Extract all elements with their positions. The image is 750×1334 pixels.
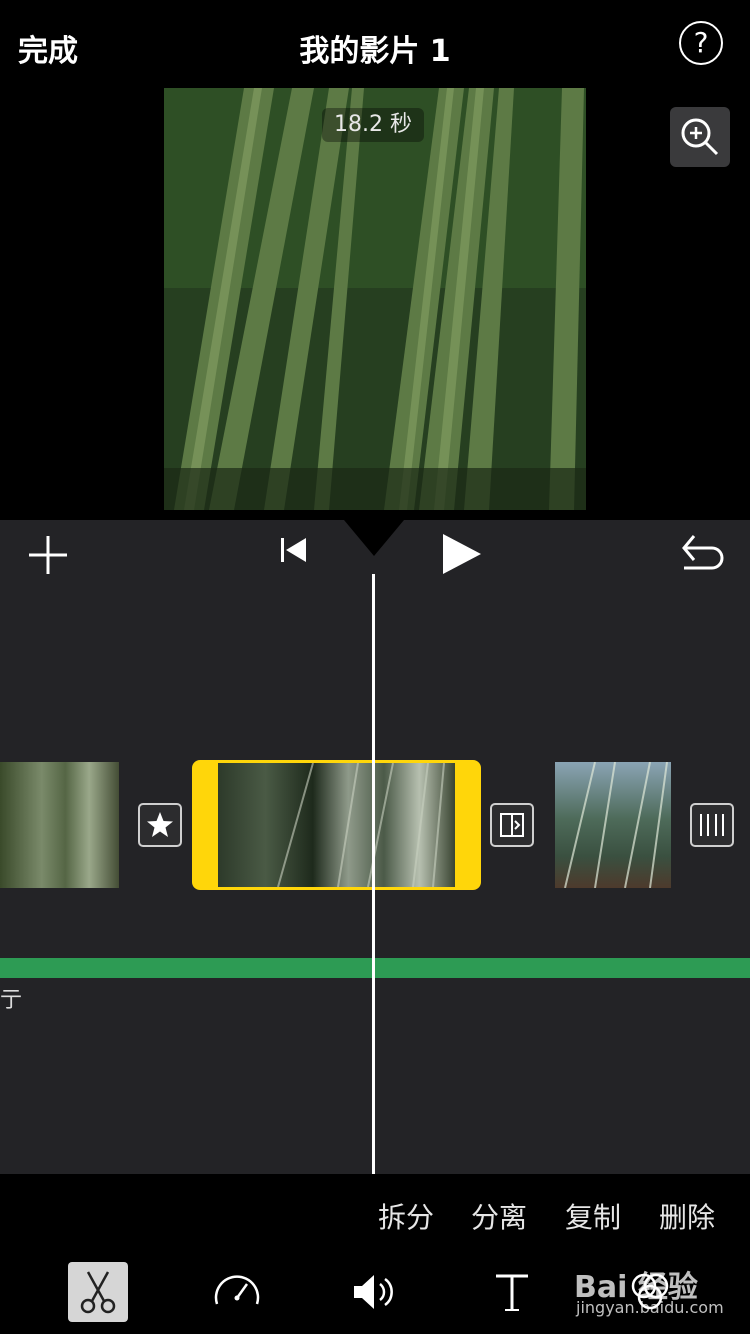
undo-icon: [682, 535, 724, 570]
help-button[interactable]: ?: [679, 21, 723, 65]
undo-button[interactable]: [678, 530, 726, 578]
skip-back-icon: [281, 538, 306, 562]
speaker-icon: [354, 1275, 393, 1309]
transition-button[interactable]: [138, 803, 182, 847]
watermark-url: jingyan.baidu.com: [576, 1298, 724, 1317]
timeline-clip[interactable]: [0, 762, 119, 888]
selected-clip[interactable]: [192, 760, 481, 890]
plus-icon: [29, 536, 67, 574]
volume-tool-button[interactable]: [344, 1262, 404, 1322]
scissors-icon: [80, 1271, 116, 1314]
split-button[interactable]: 拆分: [378, 1196, 434, 1236]
playhead-marker: [344, 520, 404, 556]
trim-tool-button[interactable]: [68, 1262, 128, 1322]
bars-transition-icon: [700, 814, 724, 836]
timeline-clip[interactable]: [555, 762, 671, 888]
done-button[interactable]: 完成: [18, 26, 78, 70]
clip-duration-label: 18.2 秒: [322, 108, 424, 142]
transition-button[interactable]: [490, 803, 534, 847]
audio-track[interactable]: [0, 958, 750, 978]
skip-to-start-button[interactable]: [278, 534, 310, 570]
detach-button[interactable]: 分离: [471, 1196, 527, 1236]
speed-tool-button[interactable]: [207, 1262, 267, 1322]
split-transition-icon: [500, 813, 524, 837]
bamboo-thumbnail-image: [277, 762, 445, 888]
title-tool-button[interactable]: [482, 1262, 542, 1322]
star-icon: [147, 812, 173, 837]
transition-button[interactable]: [690, 803, 734, 847]
audio-track-label: 亍: [0, 988, 23, 1013]
add-media-button[interactable]: [27, 534, 69, 580]
bamboo-thumbnail-image: [564, 762, 668, 888]
video-preview: [164, 88, 586, 510]
zoom-in-icon: [681, 118, 719, 156]
delete-button[interactable]: 删除: [659, 1196, 715, 1236]
play-icon: [443, 534, 481, 574]
playhead-line: [372, 574, 375, 1174]
play-button[interactable]: [440, 532, 484, 580]
zoom-button[interactable]: [670, 107, 730, 167]
selected-clip-thumbnail: [218, 762, 455, 888]
duplicate-button[interactable]: 复制: [565, 1196, 621, 1236]
project-title: 我的影片 1: [299, 34, 451, 69]
bamboo-forest-image: [164, 88, 586, 510]
speedometer-icon: [214, 1275, 260, 1305]
text-icon: [496, 1274, 528, 1311]
